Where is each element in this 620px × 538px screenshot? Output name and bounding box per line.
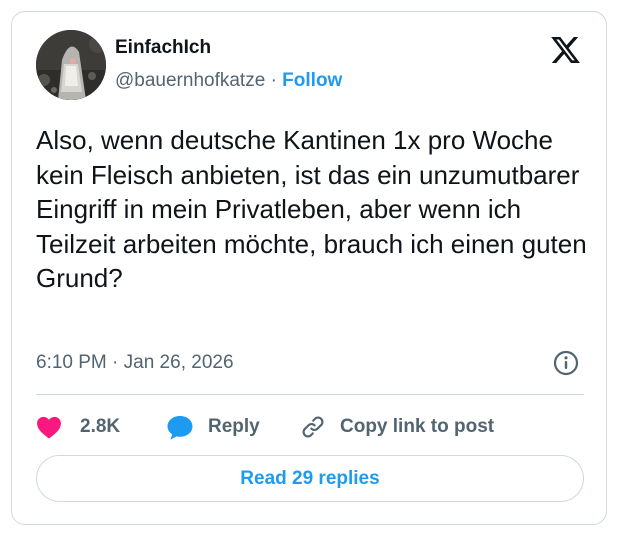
copy-link-button[interactable]: Copy link to post	[300, 412, 494, 442]
like-button[interactable]: 2.8K	[36, 412, 120, 442]
read-replies-label: Read 29 replies	[240, 467, 380, 489]
author-display-name[interactable]: EinfachIch	[115, 37, 211, 59]
divider	[36, 394, 584, 395]
avatar-image	[36, 30, 106, 100]
follow-button[interactable]: Follow	[282, 70, 342, 91]
read-replies-button[interactable]: Read 29 replies	[36, 455, 584, 502]
heart-icon	[36, 415, 62, 439]
speech-bubble-icon	[166, 414, 194, 441]
author-handle-row: @bauernhofkatze · Follow	[115, 70, 342, 92]
author-handle[interactable]: @bauernhofkatze	[115, 70, 265, 91]
tweet-timestamp[interactable]: 6:10 PM · Jan 26, 2026	[36, 352, 234, 374]
reply-label: Reply	[208, 416, 260, 437]
separator-dot: ·	[270, 70, 277, 91]
info-icon[interactable]	[553, 350, 579, 376]
tweet-card: EinfachIch @bauernhofkatze · Follow Also…	[11, 11, 607, 525]
copy-link-label: Copy link to post	[340, 416, 495, 437]
x-logo-icon[interactable]	[549, 34, 582, 66]
action-bar: 2.8K Reply Copy link to post	[36, 412, 584, 442]
link-icon	[300, 414, 326, 440]
reply-button[interactable]: Reply	[166, 412, 260, 442]
avatar[interactable]	[36, 30, 106, 100]
like-count: 2.8K	[80, 416, 121, 437]
tweet-text: Also, wenn deutsche Kantinen 1x pro Woch…	[36, 125, 587, 293]
